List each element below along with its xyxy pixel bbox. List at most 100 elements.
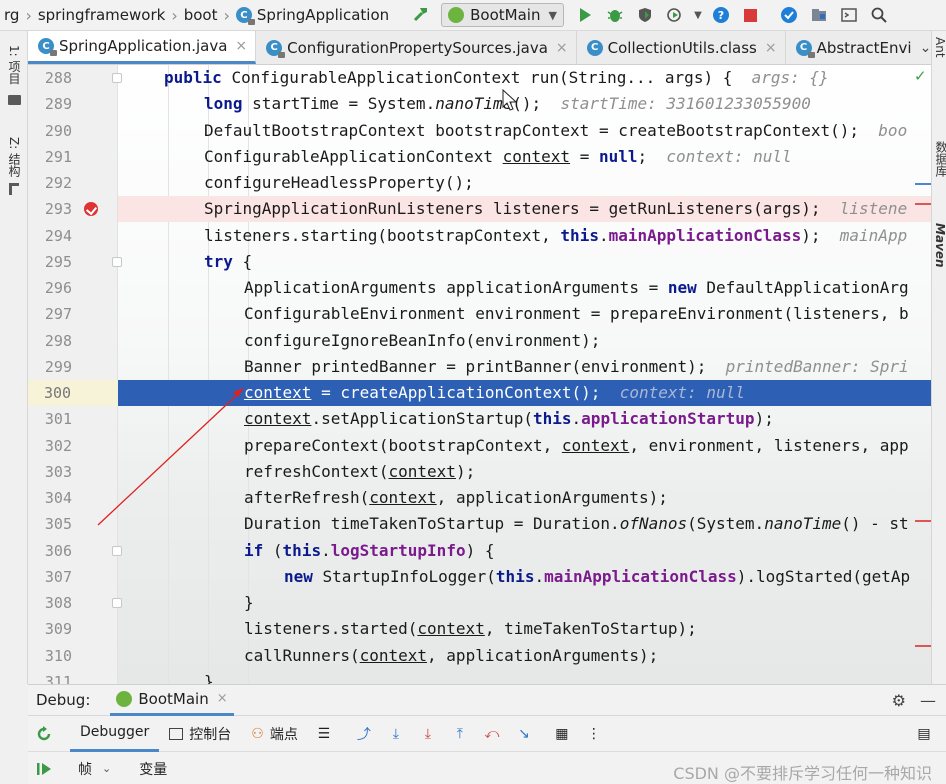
close-icon[interactable]: ×: [765, 40, 777, 56]
show-execution-point-icon[interactable]: ⤴: [348, 716, 380, 752]
terminal-icon[interactable]: [834, 0, 864, 31]
breakpoint-icon[interactable]: [84, 202, 98, 217]
line-number[interactable]: 303: [28, 459, 72, 485]
evaluate-expression-icon[interactable]: ▦: [546, 716, 578, 752]
code-line[interactable]: 307 new StartupInfoLogger(this.mainApplic…: [28, 564, 931, 590]
tab-abstract-environment[interactable]: C AbstractEnvi: [786, 31, 920, 64]
run-configuration-selector[interactable]: BootMain ▼: [441, 3, 564, 27]
line-number[interactable]: 289: [28, 91, 72, 117]
run-to-cursor-icon[interactable]: ↘: [508, 716, 540, 752]
frames-label[interactable]: 帧: [78, 759, 92, 779]
error-stripe-mark[interactable]: [915, 645, 931, 647]
code-line[interactable]: 290 DefaultBootstrapContext bootstrapCont…: [28, 118, 931, 144]
code-line[interactable]: 309 listeners.started(context, timeTakenT…: [28, 616, 931, 642]
code-line[interactable]: 292 configureHeadlessProperty();: [28, 170, 931, 196]
error-stripe-mark[interactable]: [915, 520, 931, 522]
fold-marker-icon[interactable]: [112, 545, 122, 556]
breadcrumb-item[interactable]: springframework: [34, 0, 169, 31]
line-number[interactable]: 309: [28, 616, 72, 642]
project-structure-icon[interactable]: [804, 0, 834, 31]
fold-marker-icon[interactable]: [112, 256, 122, 267]
line-number[interactable]: 294: [28, 223, 72, 249]
breadcrumb-item[interactable]: rg: [0, 0, 23, 31]
line-number[interactable]: 290: [28, 118, 72, 144]
maven-tool-window-label[interactable]: Maven: [933, 223, 946, 268]
minimize-icon[interactable]: —: [920, 691, 936, 710]
breadcrumb-item[interactable]: C SpringApplication: [232, 0, 393, 31]
code-line[interactable]: 295 try {: [28, 249, 931, 275]
restore-layout-icon[interactable]: ▤: [908, 716, 940, 752]
line-number[interactable]: 311: [28, 669, 72, 684]
error-stripe-mark[interactable]: [915, 183, 931, 185]
breadcrumb-item[interactable]: boot: [180, 0, 222, 31]
tab-configuration-property-sources[interactable]: C ConfigurationPropertySources.java ×: [256, 31, 577, 64]
ant-tool-window-label[interactable]: Ant: [933, 37, 946, 58]
code-line[interactable]: 306 if (this.logStartupInfo) {: [28, 538, 931, 564]
close-icon[interactable]: ×: [556, 40, 568, 56]
build-hammer-icon[interactable]: [407, 0, 437, 31]
line-number[interactable]: 293: [28, 196, 72, 222]
step-over-icon[interactable]: ⤓: [380, 716, 412, 752]
update-icon[interactable]: ?: [706, 0, 736, 31]
line-number[interactable]: 298: [28, 328, 72, 354]
code-line[interactable]: 297 ConfigurableEnvironment environment =…: [28, 301, 931, 327]
close-icon[interactable]: ×: [235, 38, 247, 54]
code-line[interactable]: 291 ConfigurableApplicationContext contex…: [28, 144, 931, 170]
search-icon[interactable]: [864, 0, 894, 31]
line-number[interactable]: 296: [28, 275, 72, 301]
tab-list-chevron-icon[interactable]: ⌄: [919, 31, 931, 64]
close-icon[interactable]: ×: [217, 691, 228, 706]
search-everywhere-icon[interactable]: [774, 0, 804, 31]
code-line[interactable]: 311}: [28, 669, 931, 684]
stop-icon[interactable]: [736, 0, 766, 31]
structure-icon[interactable]: [9, 183, 19, 195]
code-line[interactable]: 298 configureIgnoreBeanInfo(environment);: [28, 328, 931, 354]
layout-icon[interactable]: ☰: [308, 716, 340, 752]
line-number[interactable]: 305: [28, 511, 72, 537]
resume-icon[interactable]: [28, 751, 60, 784]
settings-gear-icon[interactable]: ⚙: [892, 691, 906, 710]
error-stripe-mark[interactable]: [915, 203, 931, 205]
fold-marker-icon[interactable]: [112, 598, 122, 608]
code-line[interactable]: 288 public ConfigurableApplicationContext…: [28, 65, 931, 91]
debug-icon[interactable]: [600, 0, 630, 31]
tab-debugger[interactable]: Debugger: [70, 716, 160, 752]
more-options-icon[interactable]: ⋮: [578, 716, 610, 752]
line-number[interactable]: 306: [28, 538, 72, 564]
project-tool-window-label[interactable]: 1: 项目: [6, 45, 23, 85]
coverage-icon[interactable]: [630, 0, 660, 31]
line-number[interactable]: 295: [28, 249, 72, 275]
folder-icon[interactable]: [8, 95, 21, 105]
drop-frame-icon[interactable]: ⤺: [476, 716, 508, 752]
step-out-icon[interactable]: ⤒: [444, 716, 476, 752]
structure-tool-window-label[interactable]: Z: 结构: [6, 137, 23, 177]
profile-icon[interactable]: [660, 0, 690, 31]
line-number[interactable]: 304: [28, 485, 72, 511]
fold-marker-icon[interactable]: [112, 73, 122, 83]
line-number[interactable]: 308: [28, 590, 72, 616]
line-number[interactable]: 307: [28, 564, 72, 590]
line-number[interactable]: 301: [28, 406, 72, 432]
inspection-ok-icon[interactable]: ✓: [914, 67, 927, 85]
database-tool-window-label[interactable]: 数据库: [933, 141, 946, 177]
line-number[interactable]: 291: [28, 144, 72, 170]
line-number[interactable]: 299: [28, 354, 72, 380]
line-number[interactable]: 288: [28, 65, 72, 91]
chevron-down-icon[interactable]: ⌄: [102, 762, 111, 775]
chevron-down-icon[interactable]: ▼: [690, 0, 706, 31]
rerun-icon[interactable]: [28, 716, 60, 752]
code-editor[interactable]: 288 public ConfigurableApplicationContext…: [28, 65, 931, 684]
code-line[interactable]: 310 callRunners(context, applicationArgum…: [28, 643, 931, 669]
code-line[interactable]: 294 listeners.starting(bootstrapContext, …: [28, 223, 931, 249]
line-number[interactable]: 310: [28, 643, 72, 669]
code-line[interactable]: 293 SpringApplicationRunListeners listene…: [28, 196, 931, 223]
code-line[interactable]: 299 Banner printedBanner = printBanner(en…: [28, 354, 931, 380]
run-icon[interactable]: [570, 0, 600, 31]
line-number[interactable]: 297: [28, 301, 72, 327]
debug-session-tab[interactable]: BootMain ×: [110, 685, 234, 716]
tab-endpoints[interactable]: ⚇ 端点: [241, 716, 308, 752]
tab-collection-utils[interactable]: C CollectionUtils.class ×: [577, 31, 786, 64]
code-line[interactable]: 289 long startTime = System.nanoTime(); s…: [28, 91, 931, 117]
code-line[interactable]: 296 ApplicationArguments applicationArgum…: [28, 275, 931, 301]
line-number[interactable]: 292: [28, 170, 72, 196]
